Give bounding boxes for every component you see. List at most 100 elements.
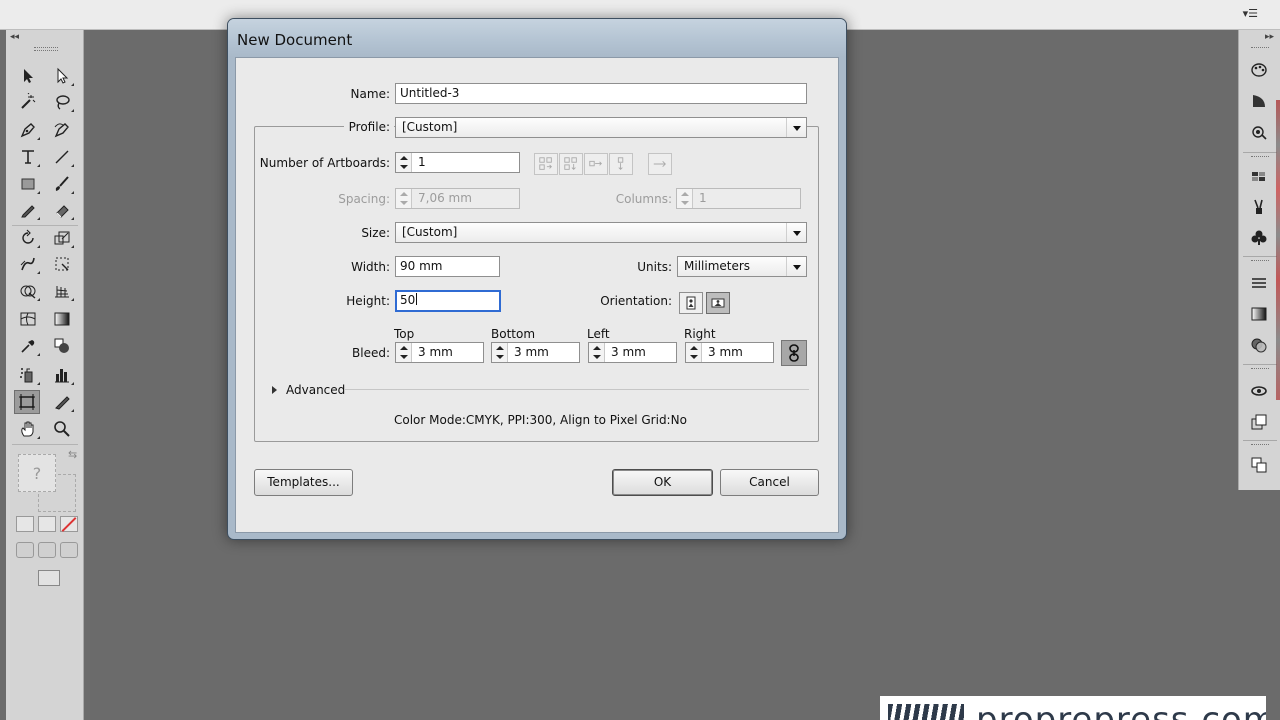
- color-panel-icon[interactable]: [1248, 58, 1270, 80]
- line-segment-tool-icon[interactable]: [49, 145, 75, 169]
- cancel-button[interactable]: Cancel: [720, 469, 819, 496]
- perspective-grid-tool-icon[interactable]: [49, 279, 75, 303]
- right-to-left-icon[interactable]: [648, 153, 672, 175]
- bleed-bottom-label: Bottom: [491, 327, 536, 341]
- arrange-by-column-icon[interactable]: [609, 153, 633, 175]
- graphic-styles-panel-icon[interactable]: [1248, 411, 1270, 433]
- magic-wand-tool-icon[interactable]: [15, 90, 41, 114]
- stepper-arrows-icon[interactable]: [492, 343, 508, 362]
- transparency-panel-icon[interactable]: [1248, 334, 1270, 356]
- size-select[interactable]: [Custom]: [395, 222, 807, 243]
- stepper-arrows-icon[interactable]: [396, 153, 412, 172]
- eraser-tool-icon[interactable]: [49, 198, 75, 222]
- kuler-panel-icon[interactable]: [1248, 121, 1270, 143]
- disclosure-triangle-icon[interactable]: [272, 386, 277, 394]
- profile-select[interactable]: [Custom]: [395, 117, 807, 138]
- rotate-tool-icon[interactable]: [15, 226, 41, 250]
- stepper-arrows-icon: [396, 189, 412, 208]
- symbol-sprayer-tool-icon[interactable]: [15, 363, 41, 387]
- stepper-arrows-icon[interactable]: [686, 343, 702, 362]
- drawing-mode-row: [16, 542, 82, 560]
- slice-tool-icon[interactable]: [49, 390, 75, 414]
- grid-by-row-icon[interactable]: [534, 153, 558, 175]
- dialog-title: New Document: [237, 31, 353, 49]
- units-select[interactable]: Millimeters: [677, 256, 807, 277]
- pen-tool-icon[interactable]: [15, 118, 41, 142]
- height-input[interactable]: 50: [395, 290, 501, 312]
- pencil-tool-icon[interactable]: [15, 198, 41, 222]
- bleed-top-label: Top: [394, 327, 415, 341]
- free-transform-tool-icon[interactable]: [49, 252, 75, 276]
- bleed-left-label: Left: [587, 327, 610, 341]
- draw-inside-icon[interactable]: [60, 542, 78, 558]
- scale-tool-icon[interactable]: [49, 226, 75, 250]
- gradient-panel-icon[interactable]: [1248, 303, 1270, 325]
- color-mode-row: [16, 516, 82, 534]
- watermark-text: proprepress.com: [976, 700, 1266, 720]
- chevron-down-icon: [786, 118, 806, 137]
- dialog-titlebar[interactable]: New Document: [228, 19, 846, 57]
- artboards-input[interactable]: 1: [395, 152, 520, 173]
- artboard-tool-icon[interactable]: [14, 390, 40, 414]
- color-mode-icon[interactable]: [16, 516, 34, 532]
- fill-swatch[interactable]: ?: [18, 454, 56, 492]
- collapse-panel-icon[interactable]: ◂◂: [10, 32, 19, 42]
- selection-tool-icon[interactable]: [15, 64, 41, 88]
- shape-builder-tool-icon[interactable]: [15, 279, 41, 303]
- blend-tool-icon[interactable]: [49, 334, 75, 358]
- column-graph-tool-icon[interactable]: [49, 363, 75, 387]
- symbols-panel-icon[interactable]: [1248, 227, 1270, 249]
- color-guide-panel-icon[interactable]: [1248, 90, 1270, 112]
- swatches-panel-icon[interactable]: [1248, 166, 1270, 188]
- link-bleed-icon[interactable]: [781, 340, 807, 366]
- direct-selection-tool-icon[interactable]: [49, 64, 75, 88]
- screen-mode-icon[interactable]: [38, 570, 60, 586]
- paintbrush-tool-icon[interactable]: [49, 172, 75, 196]
- stroke-panel-icon[interactable]: [1248, 272, 1270, 294]
- arrange-by-row-icon[interactable]: [584, 153, 608, 175]
- chevron-down-icon: [786, 257, 806, 276]
- templates-button[interactable]: Templates...: [254, 469, 353, 496]
- rectangle-tool-icon[interactable]: [15, 172, 41, 196]
- ok-button[interactable]: OK: [612, 469, 713, 496]
- gradient-mode-icon[interactable]: [38, 516, 56, 532]
- stepper-arrows-icon[interactable]: [396, 343, 412, 362]
- draw-behind-icon[interactable]: [38, 542, 56, 558]
- type-tool-icon[interactable]: [15, 145, 41, 169]
- grid-by-column-icon[interactable]: [559, 153, 583, 175]
- gradient-tool-icon[interactable]: [49, 307, 75, 331]
- layers-panel-icon[interactable]: [1248, 454, 1270, 476]
- width-input[interactable]: 90 mm: [395, 256, 500, 277]
- appearance-panel-icon[interactable]: [1248, 380, 1270, 402]
- size-value: [Custom]: [402, 225, 458, 239]
- name-input[interactable]: Untitled-3: [395, 83, 807, 104]
- advanced-toggle[interactable]: Advanced: [286, 383, 345, 397]
- zoom-tool-icon[interactable]: [49, 417, 75, 441]
- panel-grip[interactable]: [34, 47, 58, 51]
- name-label: Name:: [350, 87, 390, 101]
- width-label: Width:: [351, 260, 390, 274]
- chevron-down-icon: [786, 223, 806, 242]
- draw-normal-icon[interactable]: [16, 542, 34, 558]
- landscape-orientation-icon[interactable]: [706, 292, 730, 314]
- collapse-dock-icon[interactable]: ▸▸: [1265, 32, 1274, 42]
- eyedropper-tool-icon[interactable]: [15, 334, 41, 358]
- lasso-tool-icon[interactable]: [49, 90, 75, 114]
- curvature-tool-icon[interactable]: [49, 118, 75, 142]
- profile-value: [Custom]: [402, 120, 458, 134]
- portrait-orientation-icon[interactable]: [679, 292, 703, 314]
- spacing-input: 7,06 mm: [395, 188, 520, 209]
- units-label: Units:: [637, 260, 672, 274]
- warp-tool-icon[interactable]: [15, 252, 41, 276]
- stepper-arrows-icon[interactable]: [589, 343, 605, 362]
- swap-fill-stroke-icon[interactable]: ⇆: [68, 448, 77, 461]
- size-label: Size:: [361, 226, 390, 240]
- columns-label: Columns:: [615, 192, 672, 206]
- panel-menu-icon[interactable]: ▾☰: [1243, 7, 1258, 20]
- none-mode-icon[interactable]: [60, 516, 78, 532]
- mesh-tool-icon[interactable]: [15, 307, 41, 331]
- brushes-panel-icon[interactable]: [1248, 196, 1270, 218]
- hand-tool-icon[interactable]: [15, 417, 41, 441]
- watermark-logo: proprepress.com: [880, 696, 1266, 720]
- text-caret: [416, 293, 418, 305]
